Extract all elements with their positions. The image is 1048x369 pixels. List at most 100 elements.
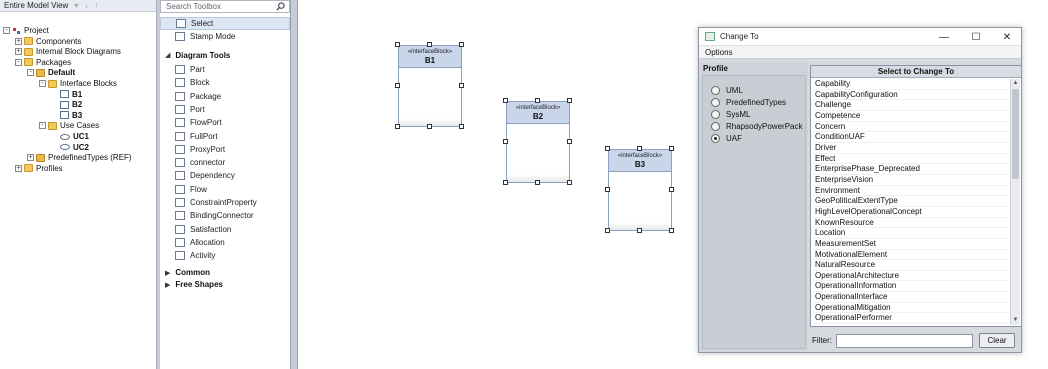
list-item[interactable]: MotivationalElement [813,250,1009,261]
expand-icon[interactable]: + [27,154,34,162]
list-item[interactable]: Effect [813,154,1009,165]
toolbox-item[interactable]: Package [160,90,290,103]
toolbox-item[interactable]: ConstraintProperty [160,196,290,209]
profile-option[interactable]: UAF [711,132,742,144]
toolbox-item[interactable]: Port [160,103,290,116]
collapse-icon[interactable]: - [27,69,34,77]
section-free-shapes[interactable]: ▶ Free Shapes [165,279,223,291]
tree-node[interactable]: + Components [15,36,81,47]
resize-handle[interactable] [459,83,464,88]
toolbox-item[interactable]: BindingConnector [160,209,290,222]
tree-node[interactable]: - Interface Blocks [39,78,117,89]
tree-node[interactable]: - Use Cases [39,120,99,131]
splitter[interactable] [290,0,298,369]
list-item[interactable]: NaturalResource [813,260,1009,271]
clear-button[interactable]: Clear [979,333,1015,348]
scroll-thumb[interactable] [1012,89,1019,179]
chevron-down-icon[interactable]: ▾ [74,1,78,10]
radio-button[interactable] [711,109,720,119]
resize-handle[interactable] [669,187,674,192]
collapse-icon[interactable]: - [39,80,46,87]
list-item[interactable]: EnterpriseVision [813,175,1009,186]
toolbox-search-input[interactable]: Search Toolbox [160,0,290,13]
list-item[interactable]: OperationalPerformer [813,313,1009,325]
list-item[interactable]: EnterprisePhase_Deprecated [813,164,1009,175]
toolbox-item[interactable]: Part [160,63,290,76]
resize-handle[interactable] [427,42,432,47]
toolbox-item[interactable]: Activity [160,249,290,262]
tree-node[interactable]: - Project [3,25,49,36]
resize-handle[interactable] [459,124,464,129]
toolbox-item[interactable]: connector [160,156,290,169]
toolbox-item[interactable]: Flow [160,183,290,196]
collapse-icon[interactable]: - [39,122,46,130]
tree-node[interactable]: + PredefinedTypes (REF) [27,152,132,163]
resize-handle[interactable] [605,187,610,192]
list-item[interactable]: OperationalInterface [813,292,1009,303]
tree-node[interactable]: + Profiles [15,163,63,174]
resize-handle[interactable] [637,146,642,151]
resize-handle[interactable] [503,180,508,185]
resize-handle[interactable] [567,180,572,185]
list-item[interactable]: ConditionUAF [813,132,1009,143]
expand-icon[interactable]: + [15,37,22,45]
list-item[interactable]: HighLevelOperationalConcept [813,207,1009,218]
toolbox-item[interactable]: Select [160,17,290,30]
list-item[interactable]: Competence [813,111,1009,122]
list-item[interactable]: CapabilityConfiguration [813,90,1009,101]
filter-input[interactable] [836,333,973,348]
scroll-down-icon[interactable]: ▼ [1011,316,1020,325]
toolbox-item[interactable]: ProxyPort [160,143,290,156]
toolbox-item[interactable]: FlowPort [160,116,290,129]
toolbox-item[interactable]: Stamp Mode [160,30,290,43]
toolbox-item[interactable]: Dependency [160,169,290,182]
scroll-up-icon[interactable]: ▲ [1011,79,1020,88]
tree-node[interactable]: B2 [51,99,82,110]
list-item[interactable]: Challenge [813,100,1009,111]
resize-handle[interactable] [395,42,400,47]
view-selector[interactable]: Entire Model View [4,1,68,10]
profile-option[interactable]: PredefinedTypes [711,96,786,108]
list-item[interactable]: KnownResource [813,218,1009,229]
resize-handle[interactable] [395,124,400,129]
list-item[interactable]: MeasurementSet [813,239,1009,250]
interface-block[interactable]: «interfaceBlock» B3 [608,149,672,231]
close-button[interactable]: ✕ [992,28,1022,46]
change-to-list[interactable]: Capability CapabilityConfiguration Challen… [813,79,1009,325]
resize-handle[interactable] [567,98,572,103]
arrow-up-icon[interactable]: ↑ [94,1,98,10]
tree-node[interactable]: + Internal Block Diagrams [15,46,121,57]
radio-button[interactable] [711,133,720,143]
resize-handle[interactable] [637,228,642,233]
profile-option[interactable]: UML [711,84,743,96]
resize-handle[interactable] [535,180,540,185]
profile-option[interactable]: SysML [711,108,750,120]
resize-handle[interactable] [459,42,464,47]
list-item[interactable]: OperationalMitigation [813,303,1009,314]
resize-handle[interactable] [669,228,674,233]
search-icon[interactable] [276,2,285,11]
toolbox-item[interactable]: FullPort [160,130,290,143]
collapse-icon[interactable]: - [15,58,22,66]
interface-block[interactable]: «interfaceBlock» B1 [398,45,462,127]
toolbox-item[interactable]: Allocation [160,236,290,249]
dialog-titlebar[interactable]: Change To — ☐ ✕ [699,28,1021,46]
radio-button[interactable] [711,121,720,131]
radio-button[interactable] [711,97,720,107]
tree-node[interactable]: B3 [51,110,82,121]
resize-handle[interactable] [669,146,674,151]
toolbox-item[interactable]: Satisfaction [160,223,290,236]
expand-icon[interactable]: + [15,164,22,172]
tree-node[interactable]: - Packages [15,57,71,68]
toolbox-item[interactable]: Block [160,76,290,89]
list-item[interactable]: Environment [813,186,1009,197]
list-item[interactable]: Concern [813,122,1009,133]
resize-handle[interactable] [535,98,540,103]
minimize-button[interactable]: — [929,28,959,46]
list-item[interactable]: OperationalInformation [813,281,1009,293]
resize-handle[interactable] [503,98,508,103]
resize-handle[interactable] [427,124,432,129]
collapse-icon[interactable]: - [3,27,10,34]
list-item[interactable]: GeoPoliticalExtentType [813,196,1009,207]
section-diagram-tools[interactable]: ◢ Diagram Tools [165,49,230,61]
